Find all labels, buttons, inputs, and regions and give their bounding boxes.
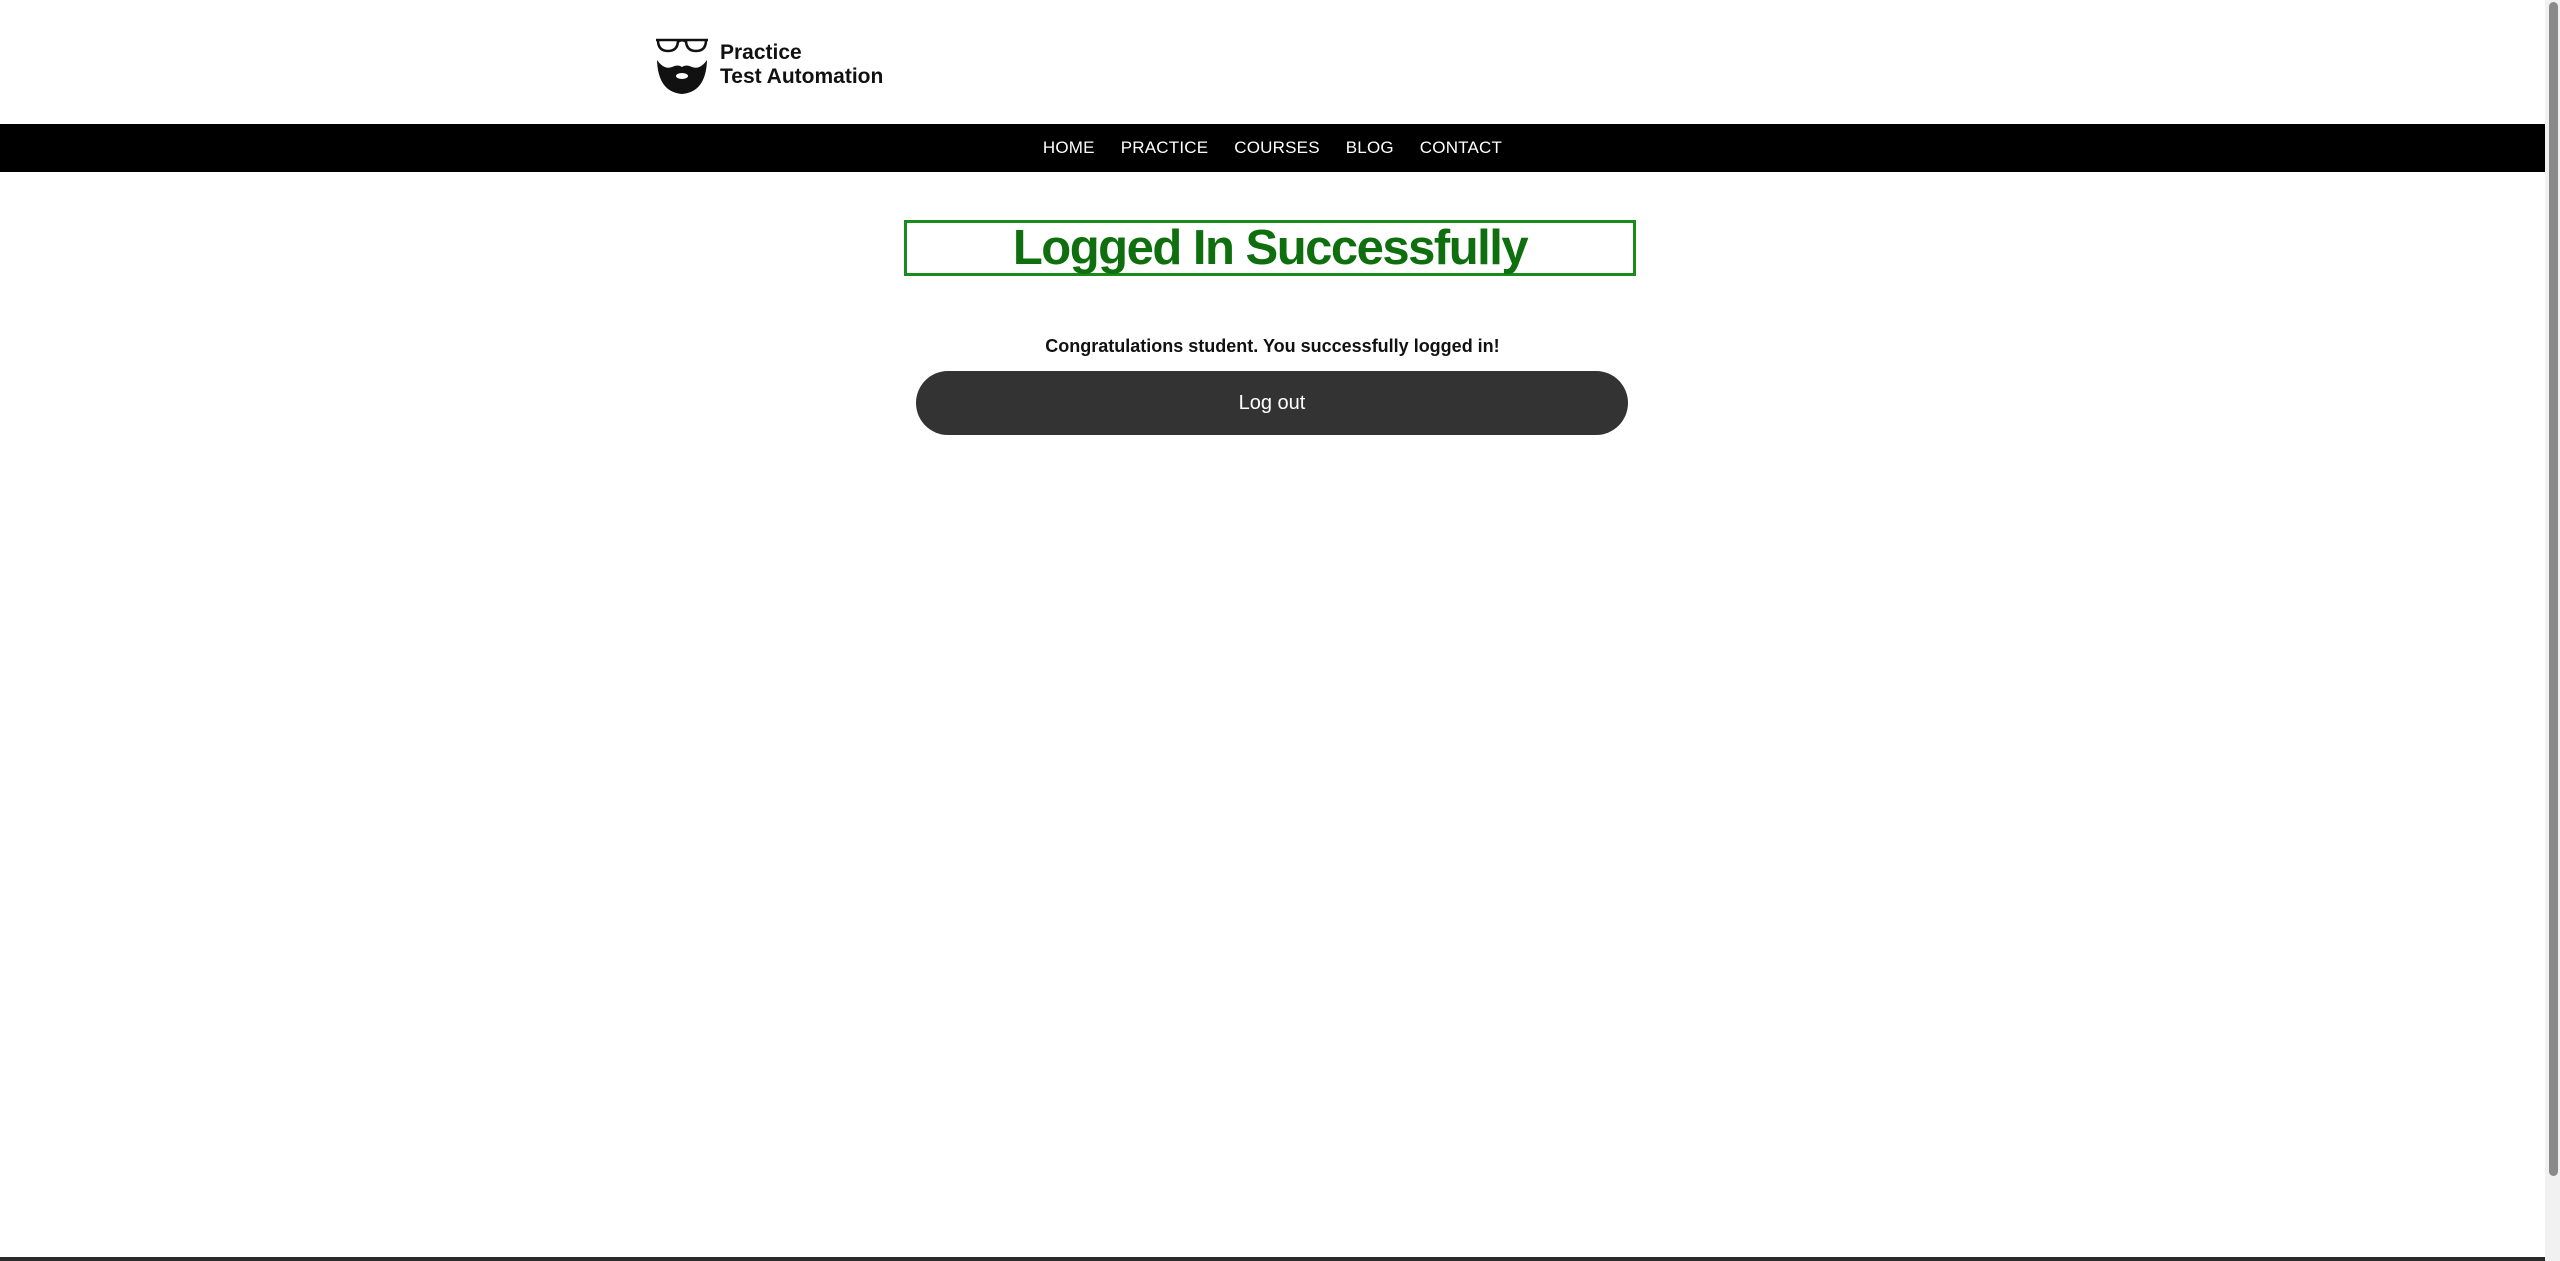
main-nav: HOME PRACTICE COURSES BLOG CONTACT — [0, 124, 2545, 172]
nav-courses[interactable]: COURSES — [1234, 138, 1319, 158]
logo-line-1: Practice — [720, 41, 802, 64]
bearded-face-glasses-icon — [656, 38, 708, 94]
logout-button[interactable]: Log out — [916, 371, 1628, 435]
vertical-scrollbar[interactable] — [2545, 0, 2560, 1261]
nav-contact[interactable]: CONTACT — [1420, 138, 1502, 158]
nav-home[interactable]: HOME — [1043, 138, 1095, 158]
site-logo[interactable]: Practice Test Automation — [654, 34, 883, 96]
site-header: Practice Test Automation — [0, 0, 2545, 124]
nav-practice[interactable]: PRACTICE — [1121, 138, 1209, 158]
page-title: Logged In Successfully — [904, 220, 1636, 276]
logo-line-2: Test Automation — [720, 65, 884, 88]
logo-text: Practice Test Automation — [720, 41, 883, 89]
success-message: Congratulations student. You successfull… — [1045, 336, 1500, 356]
footer-edge — [0, 1257, 2545, 1261]
nav-blog[interactable]: BLOG — [1346, 138, 1394, 158]
page: Practice Test Automation HOME PRACTICE C… — [0, 0, 2560, 1261]
scrollbar-thumb[interactable] — [2549, 2, 2558, 1176]
